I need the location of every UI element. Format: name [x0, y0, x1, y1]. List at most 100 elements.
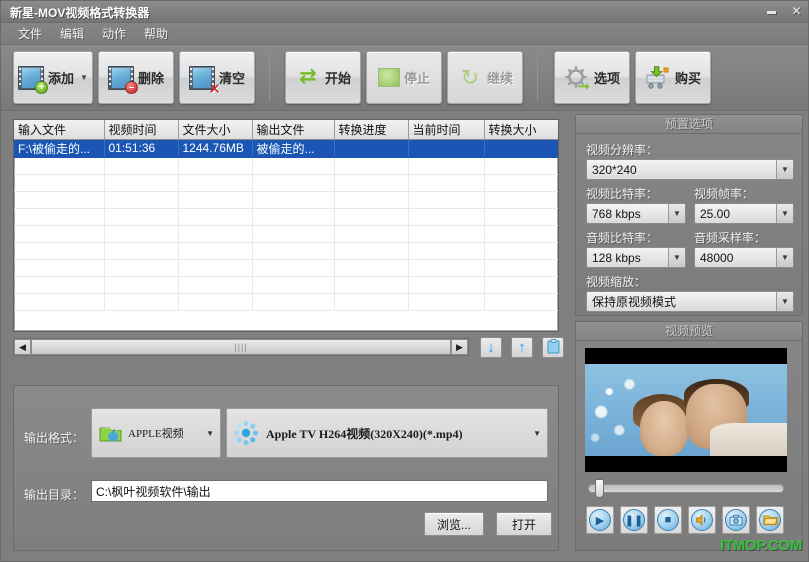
file-list-horizontal-scrollbar[interactable]: ◀ |||| ▶ [13, 338, 469, 356]
column-header-output-file[interactable]: 输出文件 [252, 120, 335, 140]
scrollbar-track[interactable]: |||| [31, 339, 451, 355]
open-button[interactable]: 打开 [496, 512, 552, 536]
preview-stop-button[interactable]: ■ [654, 506, 682, 534]
cell-input-file: F:\被偷走的... [14, 139, 105, 158]
table-row[interactable]: F:\被偷走的... 01:51:36 1244.76MB 被偷走的... [14, 139, 558, 158]
video-framerate-dropdown[interactable]: 25.00 ▼ [694, 203, 794, 224]
audio-samplerate-value: 48000 [700, 250, 734, 265]
folder-icon [759, 509, 781, 531]
toolbar-delete-button[interactable]: – 删除 [98, 51, 174, 104]
toolbar-separator-1 [269, 55, 270, 101]
output-format-label: 输出格式： [24, 431, 85, 445]
column-header-converted-size[interactable]: 转换大小 [484, 120, 558, 140]
video-framerate-label: 视频帧率： [694, 187, 755, 201]
minimize-icon [767, 11, 776, 14]
toolbar-start-button[interactable]: ⇄ 开始 [285, 51, 361, 104]
video-bitrate-dropdown[interactable]: 768 kbps ▼ [586, 203, 686, 224]
video-resolution-value: 320*240 [592, 162, 637, 177]
output-directory-input[interactable]: C:\枫叶视频软件\输出 [91, 480, 548, 502]
column-header-file-size[interactable]: 文件大小 [178, 120, 253, 140]
audio-bitrate-value: 128 kbps [592, 250, 641, 265]
toolbar-clear-button[interactable]: ✕ 清空 [179, 51, 255, 104]
minimize-button[interactable] [763, 3, 780, 18]
audio-samplerate-label: 音频采样率： [694, 231, 767, 245]
move-down-button[interactable]: ↓ [480, 337, 502, 358]
chevron-down-icon[interactable]: ▼ [533, 429, 541, 438]
menu-item-action[interactable]: 动作 [93, 23, 135, 44]
table-row-empty[interactable] [14, 242, 558, 260]
preview-pause-button[interactable]: ❚❚ [620, 506, 648, 534]
table-row-empty[interactable] [14, 157, 558, 175]
move-up-button[interactable]: ↑ [511, 337, 533, 358]
column-header-current-time[interactable]: 当前时间 [408, 120, 485, 140]
preview-figure-left-face [639, 400, 688, 456]
preview-play-button[interactable]: ▶ [586, 506, 614, 534]
chevron-down-icon[interactable]: ▼ [776, 248, 793, 267]
audio-bitrate-dropdown[interactable]: 128 kbps ▼ [586, 247, 686, 268]
file-list-panel[interactable]: 输入文件 视频时间 文件大小 输出文件 转换进度 当前时间 转换大小 F:\被偷… [13, 119, 559, 332]
toolbar-separator-2 [537, 55, 538, 101]
preview-snapshot-button[interactable] [722, 506, 750, 534]
apple-video-icon [98, 421, 124, 445]
table-row-empty[interactable] [14, 191, 558, 209]
table-row-empty[interactable] [14, 259, 558, 277]
chevron-down-icon[interactable]: ▼ [776, 292, 793, 311]
toolbar-options-button[interactable]: 选项 [554, 51, 630, 104]
cell-progress [334, 139, 409, 158]
video-resolution-dropdown[interactable]: 320*240 ▼ [586, 159, 794, 180]
clipboard-button[interactable] [542, 337, 564, 358]
video-scaling-label: 视频缩放： [586, 275, 647, 289]
table-row-empty[interactable] [14, 208, 558, 226]
column-header-input-file[interactable]: 输入文件 [14, 120, 105, 140]
toolbar-stop-button[interactable]: 停止 [366, 51, 442, 104]
chevron-down-icon[interactable]: ▼ [776, 204, 793, 223]
table-row-empty[interactable] [14, 293, 558, 311]
table-row-empty[interactable] [14, 225, 558, 243]
application-window: 新星-MOV视频格式转换器 ✕ 文件 编辑 动作 帮助 + 添加 ▼ – 删除 … [0, 0, 809, 562]
clipboard-icon [547, 338, 560, 357]
chevron-down-icon[interactable]: ▼ [776, 160, 793, 179]
loading-dots-icon [233, 420, 259, 446]
menu-item-help[interactable]: 帮助 [135, 23, 177, 44]
preview-seek-handle[interactable] [595, 479, 604, 498]
menu-bar: 文件 编辑 动作 帮助 [1, 23, 808, 45]
menu-item-edit[interactable]: 编辑 [51, 23, 93, 44]
toolbar-buy-label: 购买 [674, 71, 701, 86]
chevron-down-icon[interactable]: ▼ [668, 204, 685, 223]
scrollbar-thumb[interactable]: |||| [31, 339, 451, 355]
film-add-icon: + [18, 65, 49, 94]
table-row-empty[interactable] [14, 276, 558, 294]
audio-samplerate-dropdown[interactable]: 48000 ▼ [694, 247, 794, 268]
scroll-left-button[interactable]: ◀ [14, 339, 31, 355]
table-row-empty[interactable] [14, 174, 558, 192]
toolbar-buy-button[interactable]: 购买 [635, 51, 711, 104]
chevron-down-icon[interactable]: ▼ [80, 73, 88, 82]
column-header-video-time[interactable]: 视频时间 [104, 120, 179, 140]
column-header-progress[interactable]: 转换进度 [334, 120, 409, 140]
film-clear-icon: ✕ [188, 65, 221, 98]
preview-volume-button[interactable] [688, 506, 716, 534]
video-resolution-label: 视频分辨率： [586, 143, 659, 157]
close-button[interactable]: ✕ [788, 3, 805, 18]
shopping-cart-icon [645, 65, 671, 90]
video-preview-frame[interactable] [585, 348, 787, 472]
scroll-right-button[interactable]: ▶ [451, 339, 468, 355]
convert-arrows-icon: ⇄ [299, 64, 317, 88]
chevron-down-icon[interactable]: ▼ [206, 429, 214, 438]
output-profile-dropdown[interactable]: Apple TV H264视频(320X240)(*.mp4) ▼ [226, 408, 548, 458]
menu-item-file[interactable]: 文件 [9, 23, 51, 44]
file-list-table: 输入文件 视频时间 文件大小 输出文件 转换进度 当前时间 转换大小 F:\被偷… [14, 120, 558, 311]
table-header-row: 输入文件 视频时间 文件大小 输出文件 转换进度 当前时间 转换大小 [14, 120, 558, 140]
preview-image [585, 364, 787, 456]
cell-file-size: 1244.76MB [178, 139, 253, 158]
output-category-dropdown[interactable]: APPLE视频 ▼ [91, 408, 221, 458]
preview-open-folder-button[interactable] [756, 506, 784, 534]
preset-options-title: 预置选项 [576, 115, 802, 134]
chevron-down-icon[interactable]: ▼ [668, 248, 685, 267]
browse-button[interactable]: 浏览... [424, 512, 484, 536]
video-scaling-dropdown[interactable]: 保持原视频模式 ▼ [586, 291, 794, 312]
preview-seek-slider[interactable] [588, 479, 784, 498]
toolbar-resume-button[interactable]: ↻ 继续 [447, 51, 523, 104]
video-preview-title: 视频预览 [576, 322, 802, 341]
toolbar-add-button[interactable]: + 添加 ▼ [13, 51, 93, 104]
